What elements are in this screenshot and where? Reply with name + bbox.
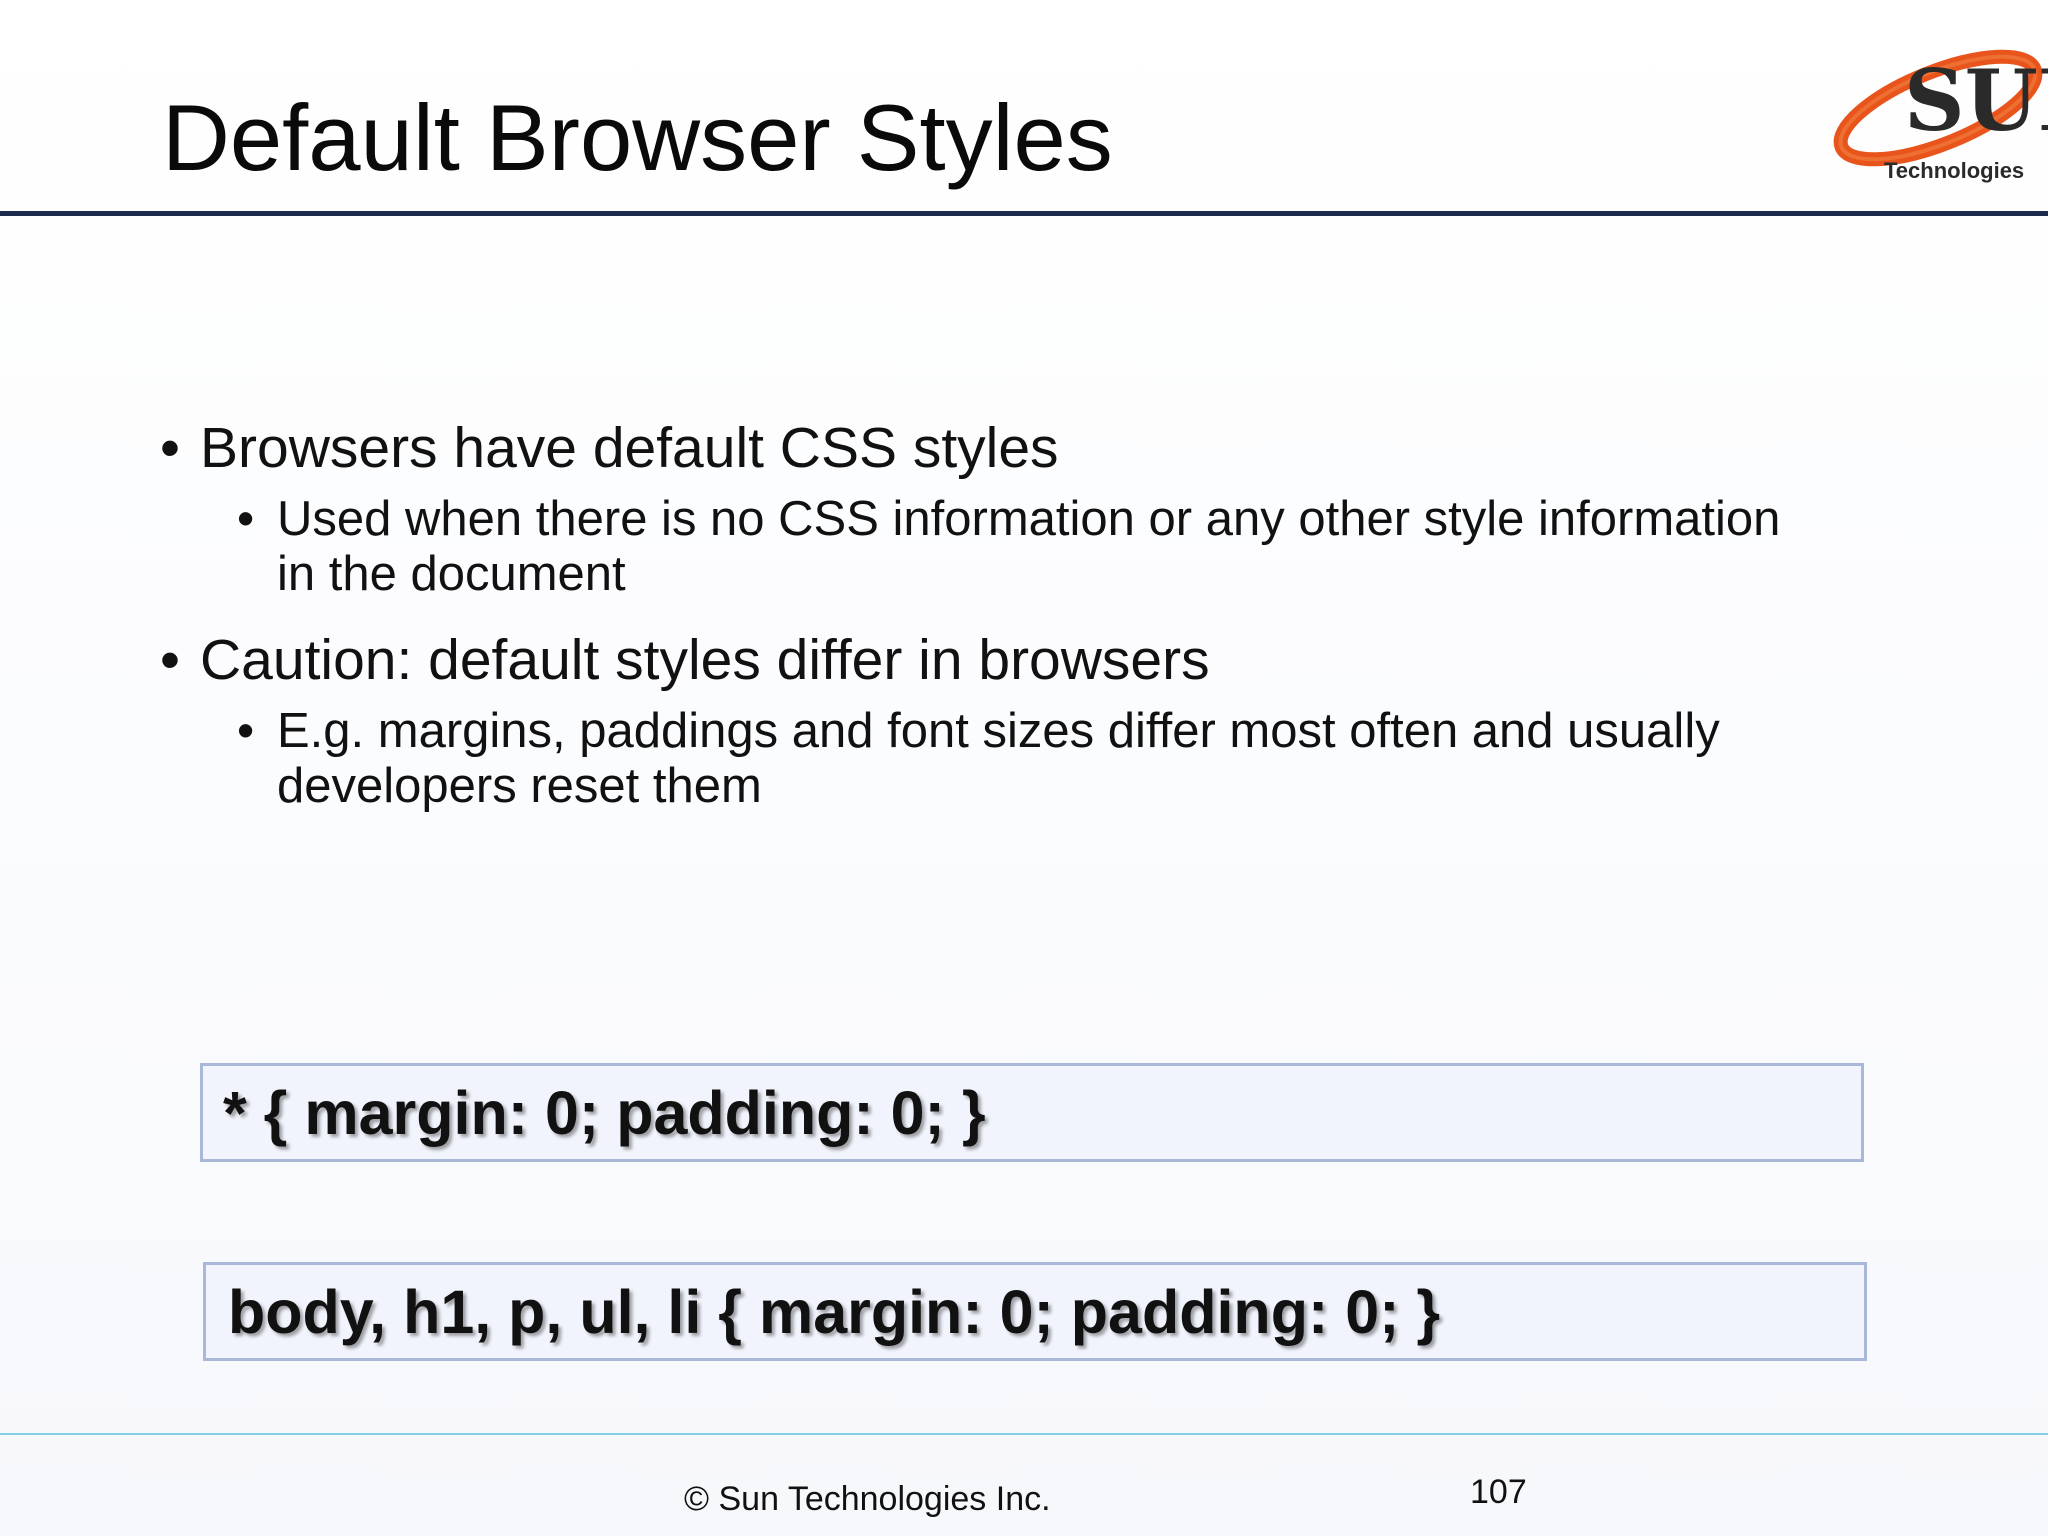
sub-bullet-text: E.g. margins, paddings and font sizes di…	[277, 704, 1720, 813]
footer-copyright: © Sun Technologies Inc.	[684, 1480, 1051, 1518]
bullet-text: Browsers have default CSS styles	[200, 416, 1059, 480]
bullet-item: • Caution: default styles differ in brow…	[160, 626, 1880, 694]
sub-bullet-icon: •	[237, 492, 255, 546]
code-text: * { margin: 0; padding: 0; }	[223, 1078, 986, 1147]
title-divider	[0, 211, 2048, 216]
logo-caption: Technologies	[1884, 158, 2024, 183]
bullet-text: Caution: default styles differ in browse…	[200, 628, 1210, 692]
code-example-element-reset: body, h1, p, ul, li { margin: 0; padding…	[203, 1262, 1867, 1361]
sub-bullet-icon: •	[237, 704, 255, 758]
sun-logo-icon: SUN Technologies	[1833, 49, 2048, 183]
slide-title: Default Browser Styles	[162, 85, 1113, 190]
slide: Default Browser Styles SUN Technologies …	[0, 0, 2048, 1536]
bullet-item: • Browsers have default CSS styles	[160, 414, 1880, 482]
code-example-universal-reset: * { margin: 0; padding: 0; }	[200, 1063, 1864, 1162]
footer-divider	[0, 1433, 2048, 1435]
bullet-list: • Browsers have default CSS styles • Use…	[160, 414, 1880, 814]
bullet-icon: •	[160, 416, 180, 480]
sub-bullet-item: • E.g. margins, paddings and font sizes …	[237, 704, 1817, 814]
sub-bullet-item: • Used when there is no CSS information …	[237, 492, 1817, 602]
logo-letters: SUN	[1904, 51, 2048, 150]
page-number: 107	[1470, 1473, 1527, 1511]
sun-technologies-logo: SUN Technologies	[1820, 22, 2048, 188]
bullet-icon: •	[160, 628, 180, 692]
code-text: body, h1, p, ul, li { margin: 0; padding…	[228, 1277, 1441, 1346]
sub-bullet-text: Used when there is no CSS information or…	[277, 492, 1781, 601]
